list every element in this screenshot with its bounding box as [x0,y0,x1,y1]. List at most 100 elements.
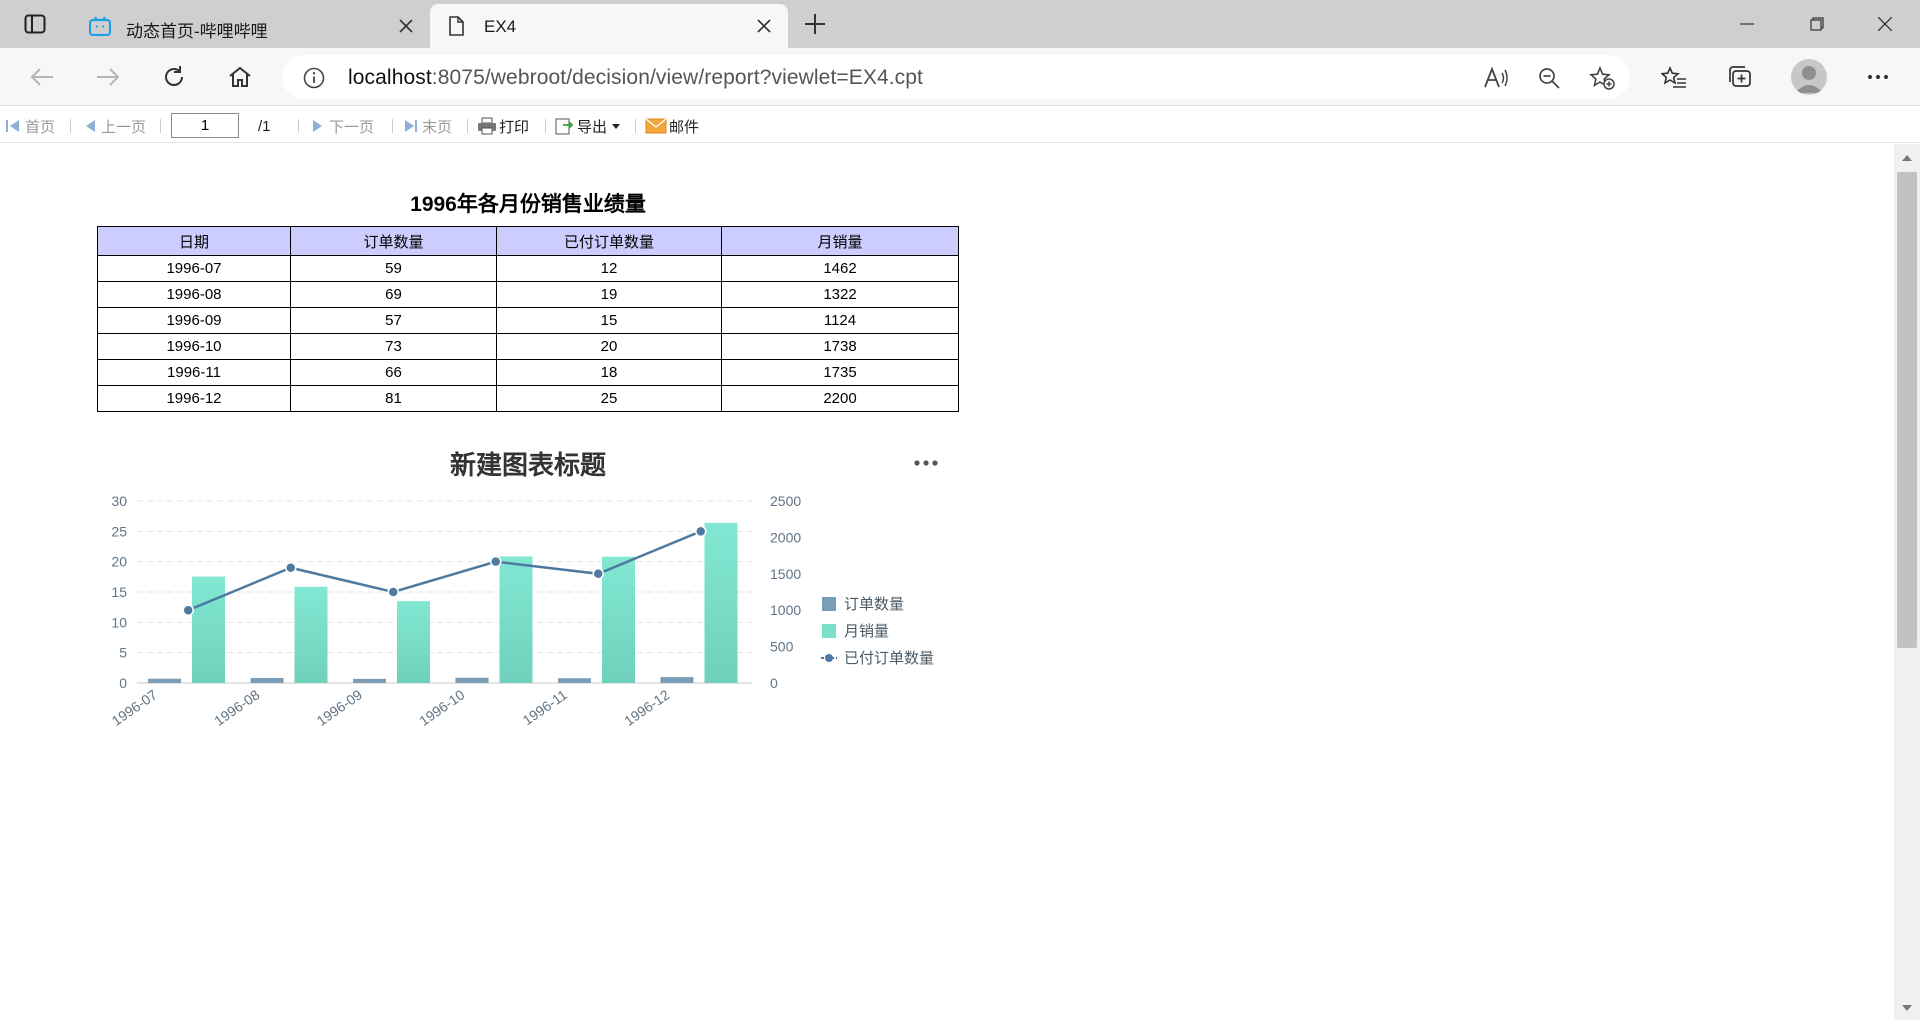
table-row: 1996-08 69 19 1322 [97,281,959,308]
cell-paid-orders: 12 [496,255,722,282]
browser-toolbar: localhost:8075/webroot/decision/view/rep… [0,48,1920,106]
more-menu-icon[interactable] [1860,60,1896,94]
dropdown-caret-icon [612,123,621,129]
forward-icon[interactable] [90,60,126,94]
cell-paid-orders: 25 [496,385,722,412]
column-header-monthly-sales: 月销量 [721,226,959,256]
bar-monthly-sales [294,586,328,683]
cell-date: 1996-07 [97,255,291,282]
chart-svg: 新建图表标题 0 5 10 15 20 25 30 0 500 1000 1500 2000 2500… [109,450,938,729]
left-axis-tick-label: 20 [111,554,127,570]
cell-paid-orders: 19 [496,281,722,308]
legend-label: 已付订单数量 [844,650,934,667]
cell-monthly-sales: 1738 [721,333,959,360]
scrollbar-thumb[interactable] [1897,172,1917,648]
point-paid-orders [285,561,297,574]
cell-orders: 66 [290,359,497,386]
column-header-orders: 订单数量 [290,226,497,256]
bar-monthly-sales [397,601,430,683]
cell-monthly-sales: 1322 [721,281,959,308]
table-header-row: 日期 订单数量 已付订单数量 月销量 [97,226,959,256]
tab-strip: 动态首页-哔哩哔哩 EX4 [0,0,1920,48]
last-page-icon [405,120,417,132]
prev-page-button[interactable]: 上一页 [83,116,146,136]
cell-orders: 59 [290,255,497,282]
left-axis-tick-label: 0 [119,675,127,691]
cell-monthly-sales: 1462 [721,255,959,282]
export-icon [555,118,574,135]
cell-date: 1996-09 [97,307,291,334]
right-axis-tick-label: 2000 [770,529,801,545]
cell-orders: 73 [290,333,497,360]
bar-orders [660,677,694,683]
right-axis-tick-label: 2500 [770,493,801,509]
tab-actions-icon[interactable] [18,12,52,36]
point-paid-orders [592,568,604,580]
print-button[interactable]: 打印 [477,116,529,136]
left-axis-tick-label: 10 [111,614,127,630]
first-page-icon [6,120,19,132]
tab-title: EX4 [484,17,517,36]
table-row: 1996-09 57 15 1124 [97,307,959,334]
scroll-up-icon[interactable] [1899,150,1915,166]
tab-bilibili[interactable]: 动态首页-哔哩哔哩 [74,4,430,48]
next-page-icon [313,120,322,132]
collections-icon[interactable] [1722,60,1758,94]
zoom-out-icon[interactable] [1535,65,1563,91]
profile-avatar[interactable] [1791,59,1827,95]
x-axis-tick-label: 1996-09 [314,686,365,729]
site-info-icon[interactable] [302,66,326,90]
table-row: 1996-10 73 20 1738 [97,333,959,360]
tab-ex4[interactable]: EX4 [430,4,788,48]
scroll-down-icon[interactable] [1899,1000,1915,1016]
add-favorite-icon[interactable] [1588,65,1616,91]
cell-paid-orders: 18 [496,359,722,386]
close-window-icon[interactable] [1862,8,1908,40]
close-tab-icon[interactable] [754,16,774,36]
url-text[interactable]: localhost:8075/webroot/decision/view/rep… [348,66,923,90]
cell-monthly-sales: 2200 [721,385,959,412]
last-page-button[interactable]: 末页 [403,116,452,136]
read-aloud-icon[interactable] [1482,65,1510,91]
bar-orders [558,678,591,683]
new-tab-icon[interactable] [800,10,830,38]
chart-title: 新建图表标题 [450,450,606,480]
point-paid-orders [182,604,194,616]
left-axis-tick-label: 25 [111,523,127,539]
cell-orders: 57 [290,307,497,334]
right-axis-tick-label: 1000 [770,602,801,618]
x-axis-tick-label: 1996-10 [416,686,467,729]
cell-date: 1996-08 [97,281,291,308]
x-axis-tick-label: 1996-08 [211,686,262,729]
left-axis-tick-label: 15 [111,584,127,600]
address-bar[interactable]: localhost:8075/webroot/decision/view/rep… [282,55,1630,99]
first-page-button[interactable]: 首页 [5,116,55,136]
export-button[interactable]: 导出 [555,116,621,136]
cell-orders: 81 [290,385,497,412]
bar-monthly-sales [704,522,738,683]
email-button[interactable]: 邮件 [645,116,699,136]
prev-page-icon [86,120,95,132]
left-axis-tick-label: 5 [119,645,127,661]
x-axis-tick-label: 1996-07 [109,686,160,729]
table-row: 1996-07 59 12 1462 [97,255,959,282]
favorites-icon[interactable] [1656,60,1692,94]
legend-swatch [822,624,836,638]
minimize-icon[interactable] [1724,8,1770,40]
close-tab-icon[interactable] [396,16,416,36]
more-dots-icon[interactable] [914,460,938,466]
page-number-input[interactable] [171,113,239,138]
table-row: 1996-11 66 18 1735 [97,359,959,386]
restore-icon[interactable] [1794,8,1840,40]
bar-orders [250,677,284,683]
printer-icon [478,117,496,135]
back-icon[interactable] [24,60,60,94]
legend-label: 月销量 [844,623,889,640]
bar-monthly-sales [499,556,533,683]
bilibili-icon [88,15,112,37]
legend-swatch-point [825,654,833,662]
home-icon[interactable] [222,60,258,94]
next-page-button[interactable]: 下一页 [311,116,374,136]
report-toolbar: 首页 上一页 /1 下一页 末页 打印 导出 邮件 [0,107,1920,143]
reload-icon[interactable] [156,60,192,94]
